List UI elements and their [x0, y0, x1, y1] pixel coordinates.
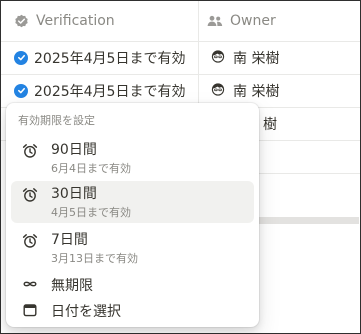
- menu-option-pick-date[interactable]: 日付を選択: [11, 297, 254, 323]
- window-frame: Verification Owner 2025年4月5日まで有効 南 栄樹 20…: [0, 0, 361, 334]
- alarm-clock-icon: [22, 233, 38, 253]
- owner-cell[interactable]: 南 栄樹: [211, 41, 279, 74]
- row-divider: [259, 173, 360, 174]
- verification-text: 2025年4月5日まで有効: [34, 83, 186, 100]
- verified-check-icon: [14, 50, 28, 65]
- option-sublabel: 3月13日まで有効: [51, 252, 138, 265]
- horizontal-scrollbar[interactable]: [259, 217, 359, 224]
- owner-name: 南 栄樹: [233, 50, 280, 67]
- menu-title: 有効期限を設定: [18, 114, 95, 127]
- people-icon: [207, 15, 223, 27]
- column-header-verification-label: Verification: [36, 13, 115, 29]
- option-sublabel: 6月4日まで有効: [51, 162, 131, 175]
- table-header: Verification Owner: [1, 1, 360, 42]
- verification-text: 2025年4月5日まで有効: [34, 50, 186, 67]
- expiration-menu: 有効期限を設定 90日間 6月4日まで有効 30日間 4月5日まで有効 7日間 …: [6, 103, 259, 327]
- menu-option-no-expiration[interactable]: 無期限: [11, 271, 254, 297]
- calendar-icon: [22, 302, 38, 322]
- option-label: 30日間: [51, 186, 97, 202]
- table-row[interactable]: 2025年4月5日まで有効 南 栄樹: [1, 41, 360, 75]
- infinity-icon: [22, 276, 38, 296]
- option-sublabel: 4月5日まで有効: [51, 206, 131, 219]
- column-header-owner-label: Owner: [230, 13, 276, 29]
- alarm-clock-icon: [22, 187, 38, 207]
- owner-name: 南 栄樹: [233, 83, 280, 100]
- menu-option-7-days[interactable]: 7日間 3月13日まで有効: [11, 227, 254, 269]
- verification-badge-icon: [14, 14, 29, 29]
- option-label: 日付を選択: [51, 304, 121, 320]
- menu-option-30-days[interactable]: 30日間 4月5日まで有効: [11, 181, 254, 223]
- verified-check-icon: [14, 83, 28, 98]
- option-label: 7日間: [51, 232, 88, 248]
- verification-cell[interactable]: 2025年4月5日まで有効: [14, 41, 185, 74]
- option-label: 無期限: [51, 278, 93, 294]
- avatar: [211, 82, 225, 100]
- owner-cell[interactable]: 樹: [263, 107, 277, 140]
- option-label: 90日間: [51, 142, 97, 158]
- column-header-owner[interactable]: Owner: [207, 1, 276, 41]
- avatar: [211, 49, 225, 67]
- owner-name: 樹: [263, 116, 277, 133]
- column-header-verification[interactable]: Verification: [14, 1, 115, 41]
- menu-option-90-days[interactable]: 90日間 6月4日まで有効: [11, 137, 254, 179]
- row-divider: [259, 140, 360, 141]
- alarm-clock-icon: [22, 143, 38, 163]
